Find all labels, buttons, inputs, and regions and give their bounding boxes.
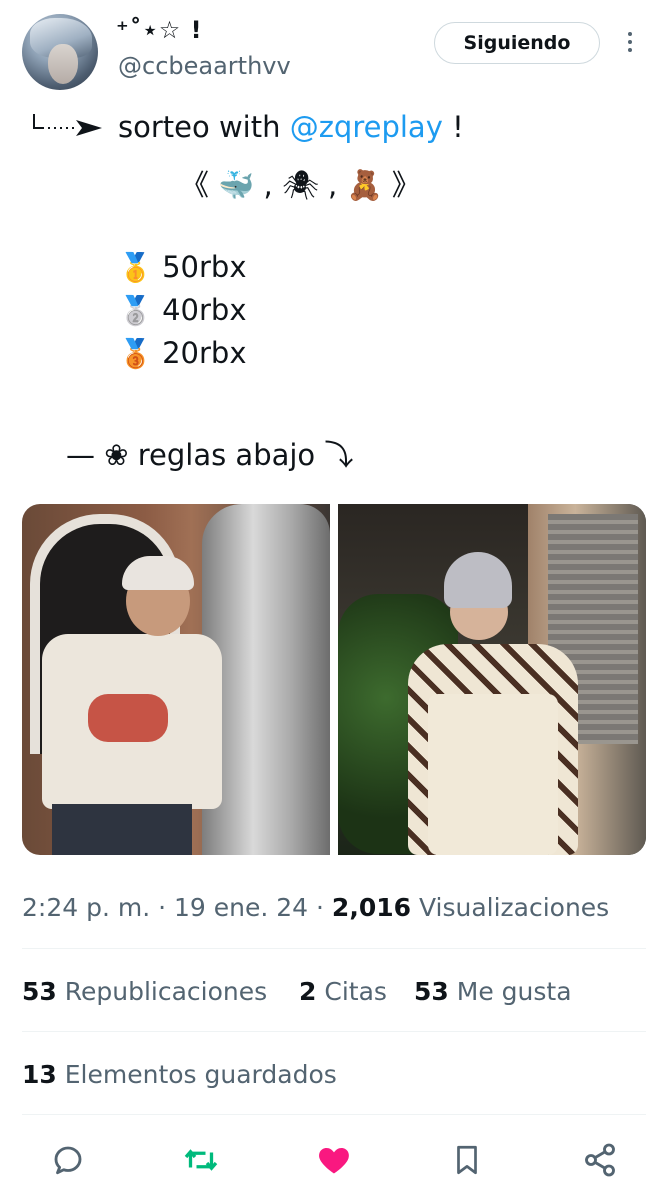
following-button[interactable]: Siguiendo <box>434 22 600 64</box>
likes-stat[interactable]: 53 Me gusta <box>414 977 572 1006</box>
repost-icon <box>184 1149 218 1171</box>
likes-label: Me gusta <box>456 977 572 1006</box>
tweet-date[interactable]: 19 ene. 24 <box>174 893 308 922</box>
reply-icon <box>54 1146 82 1175</box>
tweet-text: sorteo with <box>118 110 290 144</box>
divider <box>22 1114 646 1115</box>
prize-item: 🥉 20rbx <box>118 336 247 370</box>
divider <box>22 1031 646 1032</box>
tweet-line-1: sorteo with @zqreplay ! <box>118 110 464 144</box>
quotes-count: 2 <box>299 977 317 1006</box>
avatar[interactable] <box>22 14 98 90</box>
prize-text: 50rbx <box>162 250 247 284</box>
bookmarks-label: Elementos guardados <box>64 1060 337 1089</box>
silver-medal-icon: 🥈 <box>118 294 153 327</box>
bookmarks-stat[interactable]: 13 Elementos guardados <box>22 1060 337 1089</box>
photo-2[interactable] <box>338 504 646 855</box>
reposts-stat[interactable]: 53 Republicaciones <box>22 977 267 1006</box>
rules-line: — ❀ reglas abajo ⤵ <box>66 438 354 472</box>
quotes-stat[interactable]: 2 Citas <box>299 977 387 1006</box>
emoji-line: 《 🐳 , 🕷 , 🧸 》 <box>180 168 421 202</box>
views-label: Visualizaciones <box>418 893 610 922</box>
media-gallery <box>22 504 646 855</box>
share-icon <box>585 1143 615 1177</box>
mention-link[interactable]: @zqreplay <box>290 110 443 144</box>
reposts-count: 53 <box>22 977 57 1006</box>
bronze-medal-icon: 🥉 <box>118 337 153 370</box>
prize-text: 40rbx <box>162 293 247 327</box>
prize-text: 20rbx <box>162 336 247 370</box>
likes-count: 53 <box>414 977 449 1006</box>
repost-button[interactable] <box>181 1138 221 1182</box>
bookmark-icon <box>457 1145 477 1175</box>
bookmarks-count: 13 <box>22 1060 57 1089</box>
curved-arrow-icon <box>32 112 104 149</box>
heart-icon <box>319 1148 349 1174</box>
prize-item: 🥇 50rbx <box>118 250 247 284</box>
tweet-time[interactable]: 2:24 p. m. <box>22 893 150 922</box>
photo-1[interactable] <box>22 504 330 855</box>
bookmark-button[interactable] <box>447 1138 487 1182</box>
reply-button[interactable] <box>48 1138 88 1182</box>
author-handle[interactable]: @ccbeaarthvv <box>118 52 291 80</box>
author-display-name[interactable]: ⁺˚⋆☆ ! <box>116 16 203 44</box>
share-button[interactable] <box>580 1138 620 1182</box>
gold-medal-icon: 🥇 <box>118 251 153 284</box>
prize-item: 🥈 40rbx <box>118 293 247 327</box>
quotes-label: Citas <box>324 977 387 1006</box>
tweet-meta: 2:24 p. m. · 19 ene. 24 · 2,016 Visualiz… <box>22 893 610 922</box>
reposts-label: Republicaciones <box>64 977 268 1006</box>
views-count: 2,016 <box>331 893 411 922</box>
divider <box>22 948 646 949</box>
more-options-icon[interactable] <box>620 28 640 58</box>
stats-row: 53 Republicaciones <box>22 977 267 1006</box>
tweet-text-suffix: ! <box>442 110 464 144</box>
like-button[interactable] <box>314 1138 354 1182</box>
